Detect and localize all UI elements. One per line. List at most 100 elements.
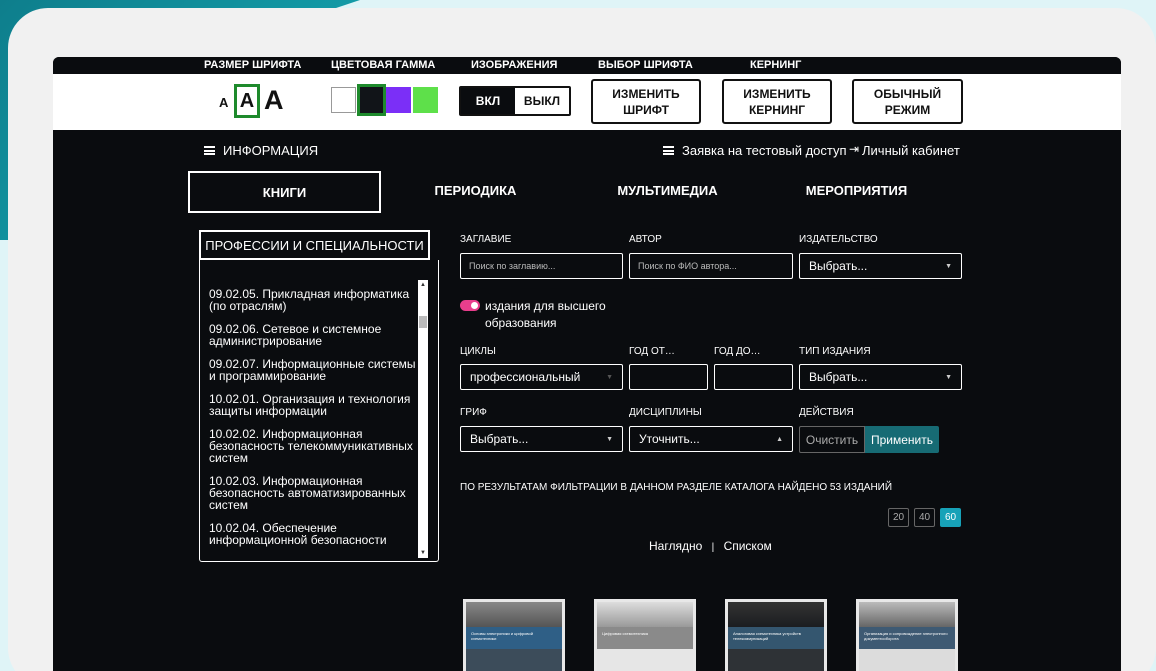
tab-multimedia[interactable]: МУЛЬТИМЕДИА bbox=[615, 170, 720, 210]
book-cover[interactable]: Основы электроники и цифровой схемотехни… bbox=[463, 599, 565, 671]
tab-events[interactable]: МЕРОПРИЯТИЯ bbox=[803, 170, 910, 210]
tab-books[interactable]: КНИГИ bbox=[188, 171, 381, 213]
color-swatch-black[interactable] bbox=[357, 84, 386, 116]
normal-mode-button[interactable]: ОБЫЧНЫЙ РЕЖИМ bbox=[852, 79, 963, 124]
profession-item[interactable]: 10.02.03. Информационная безопасность ав… bbox=[209, 475, 419, 511]
font-size-medium[interactable]: A bbox=[234, 84, 260, 118]
menu-icon[interactable] bbox=[204, 146, 215, 155]
year-to-input[interactable] bbox=[714, 364, 793, 390]
font-choice-label: ВЫБОР ШРИФТА bbox=[598, 59, 693, 71]
top-nav: ИНФОРМАЦИЯ Заявка на тестовый доступ ⇥ Л… bbox=[53, 130, 1121, 170]
profession-item[interactable]: 09.02.05. Прикладная информатика (по отр… bbox=[209, 288, 419, 312]
color-swatch-purple[interactable] bbox=[386, 87, 411, 113]
images-label: ИЗОБРАЖЕНИЯ bbox=[471, 59, 558, 71]
edition-type-label: ТИП ИЗДАНИЯ bbox=[799, 346, 871, 357]
professions-panel: 09.02.05. Прикладная информатика (по отр… bbox=[199, 260, 439, 562]
chevron-up-icon: ▲ bbox=[776, 435, 783, 443]
book-cover[interactable]: Организация и сопровождение электронного… bbox=[856, 599, 958, 671]
title-label: ЗАГЛАВИЕ bbox=[460, 234, 512, 245]
profession-item[interactable]: 10.02.02. Информационная безопасность те… bbox=[209, 428, 419, 464]
view-switcher: Наглядно | Списком bbox=[649, 539, 772, 553]
info-menu-link[interactable]: ИНФОРМАЦИЯ bbox=[223, 143, 318, 158]
disciplines-select[interactable]: Уточнить... ▲ bbox=[629, 426, 793, 452]
images-toggle: ВКЛ ВЫКЛ bbox=[459, 86, 571, 116]
professions-list: 09.02.05. Прикладная информатика (по отр… bbox=[209, 288, 419, 557]
accessibility-bar: A A A ВКЛ ВЫКЛ ИЗМЕНИТЬ ШРИФТ ИЗМЕНИТЬ К… bbox=[53, 74, 1121, 130]
publisher-label: ИЗДАТЕЛЬСТВО bbox=[799, 234, 878, 245]
change-kerning-button[interactable]: ИЗМЕНИТЬ КЕРНИНГ bbox=[722, 79, 832, 124]
actions-label: ДЕЙСТВИЯ bbox=[799, 407, 854, 418]
apply-button[interactable]: Применить bbox=[865, 426, 939, 453]
chevron-down-icon: ▼ bbox=[606, 373, 613, 381]
author-search-input[interactable]: Поиск по ФИО автора... bbox=[629, 253, 793, 279]
book-cover-title: Организация и сопровождение электронного… bbox=[859, 627, 955, 649]
book-cover-image bbox=[728, 602, 824, 627]
font-size-small[interactable]: A bbox=[219, 95, 228, 110]
results-count-text: ПО РЕЗУЛЬТАТАМ ФИЛЬТРАЦИИ В ДАННОМ РАЗДЕ… bbox=[460, 482, 893, 493]
browser-screen: РАЗМЕР ШРИФТА ЦВЕТОВАЯ ГАММА ИЗОБРАЖЕНИЯ… bbox=[53, 57, 1121, 671]
grif-select-value: Выбрать... bbox=[470, 432, 529, 446]
font-size-large[interactable]: A bbox=[264, 85, 284, 116]
publisher-select[interactable]: Выбрать... ▼ bbox=[799, 253, 962, 279]
color-swatch-white[interactable] bbox=[331, 87, 356, 113]
profession-item[interactable]: 10.02.01. Организация и технология защит… bbox=[209, 393, 419, 417]
clear-button[interactable]: Очистить bbox=[799, 426, 865, 453]
page-size-40[interactable]: 40 bbox=[914, 508, 935, 527]
color-scheme-label: ЦВЕТОВАЯ ГАММА bbox=[331, 59, 436, 71]
professions-header: ПРОФЕССИИ И СПЕЦИАЛЬНОСТИ bbox=[199, 230, 430, 260]
year-to-label: ГОД ДО… bbox=[714, 346, 761, 357]
profession-item[interactable]: 09.02.07. Информационные системы и прогр… bbox=[209, 358, 419, 382]
font-size-label: РАЗМЕР ШРИФТА bbox=[204, 59, 302, 71]
cabinet-link[interactable]: Личный кабинет bbox=[862, 143, 960, 158]
book-cover-title: Аналоговая схемотехника устройств телеко… bbox=[728, 627, 824, 649]
page-size-20[interactable]: 20 bbox=[888, 508, 909, 527]
view-list-link[interactable]: Списком bbox=[724, 539, 772, 553]
kerning-label: КЕРНИНГ bbox=[750, 59, 802, 71]
change-font-button[interactable]: ИЗМЕНИТЬ ШРИФТ bbox=[591, 79, 701, 124]
book-cover-image bbox=[597, 602, 693, 627]
grif-label: ГРИФ bbox=[460, 407, 487, 418]
view-separator: | bbox=[711, 542, 715, 553]
chevron-down-icon: ▼ bbox=[606, 435, 613, 443]
book-cover[interactable]: Цифровая схемотехника bbox=[594, 599, 696, 671]
higher-ed-toggle[interactable] bbox=[460, 300, 480, 311]
login-icon: ⇥ bbox=[849, 142, 860, 156]
tab-periodicals[interactable]: ПЕРИОДИКА bbox=[428, 170, 523, 210]
author-label: АВТОР bbox=[629, 234, 662, 245]
test-access-link[interactable]: Заявка на тестовый доступ bbox=[682, 143, 847, 158]
title-search-input[interactable]: Поиск по заглавию... bbox=[460, 253, 623, 279]
scroll-down-icon[interactable]: ▼ bbox=[420, 550, 426, 556]
page-size-60[interactable]: 60 bbox=[940, 508, 961, 527]
cycles-label: ЦИКЛЫ bbox=[460, 346, 496, 357]
grif-select[interactable]: Выбрать... ▼ bbox=[460, 426, 623, 452]
list-icon bbox=[663, 146, 674, 155]
chevron-down-icon: ▼ bbox=[945, 262, 952, 270]
color-swatch-green[interactable] bbox=[413, 87, 438, 113]
cycles-select-value: профессиональный bbox=[470, 370, 581, 384]
edition-type-select-value: Выбрать... bbox=[809, 370, 868, 384]
scrollbar-thumb[interactable] bbox=[419, 316, 427, 328]
year-from-input[interactable] bbox=[629, 364, 708, 390]
book-cover-title: Основы электроники и цифровой схемотехни… bbox=[466, 627, 562, 649]
book-cover-title: Цифровая схемотехника bbox=[597, 627, 693, 649]
year-from-label: ГОД ОТ… bbox=[629, 346, 675, 357]
catalog-tabs: КНИГИ ПЕРИОДИКА МУЛЬТИМЕДИА МЕРОПРИЯТИЯ bbox=[53, 170, 1121, 215]
publisher-select-value: Выбрать... bbox=[809, 259, 868, 273]
images-on-button[interactable]: ВКЛ bbox=[461, 88, 515, 114]
book-cover[interactable]: Аналоговая схемотехника устройств телеко… bbox=[725, 599, 827, 671]
disciplines-label: ДИСЦИПЛИНЫ bbox=[629, 407, 702, 418]
professions-scrollbar[interactable]: ▲ ▼ bbox=[418, 280, 428, 558]
accessibility-labels: РАЗМЕР ШРИФТА ЦВЕТОВАЯ ГАММА ИЗОБРАЖЕНИЯ… bbox=[53, 57, 1121, 74]
scroll-up-icon[interactable]: ▲ bbox=[420, 282, 426, 288]
higher-ed-toggle-label: издания для высшего образования bbox=[485, 299, 606, 330]
view-visual-link[interactable]: Наглядно bbox=[649, 539, 702, 553]
book-cover-image bbox=[466, 602, 562, 627]
profession-item[interactable]: 09.02.06. Сетевое и системное администри… bbox=[209, 323, 419, 347]
book-cover-image bbox=[859, 602, 955, 627]
images-off-button[interactable]: ВЫКЛ bbox=[515, 88, 569, 114]
edition-type-select[interactable]: Выбрать... ▼ bbox=[799, 364, 962, 390]
chevron-down-icon: ▼ bbox=[945, 373, 952, 381]
disciplines-select-value: Уточнить... bbox=[639, 432, 700, 446]
cycles-select[interactable]: профессиональный ▼ bbox=[460, 364, 623, 390]
profession-item[interactable]: 10.02.04. Обеспечение информационной без… bbox=[209, 522, 419, 546]
